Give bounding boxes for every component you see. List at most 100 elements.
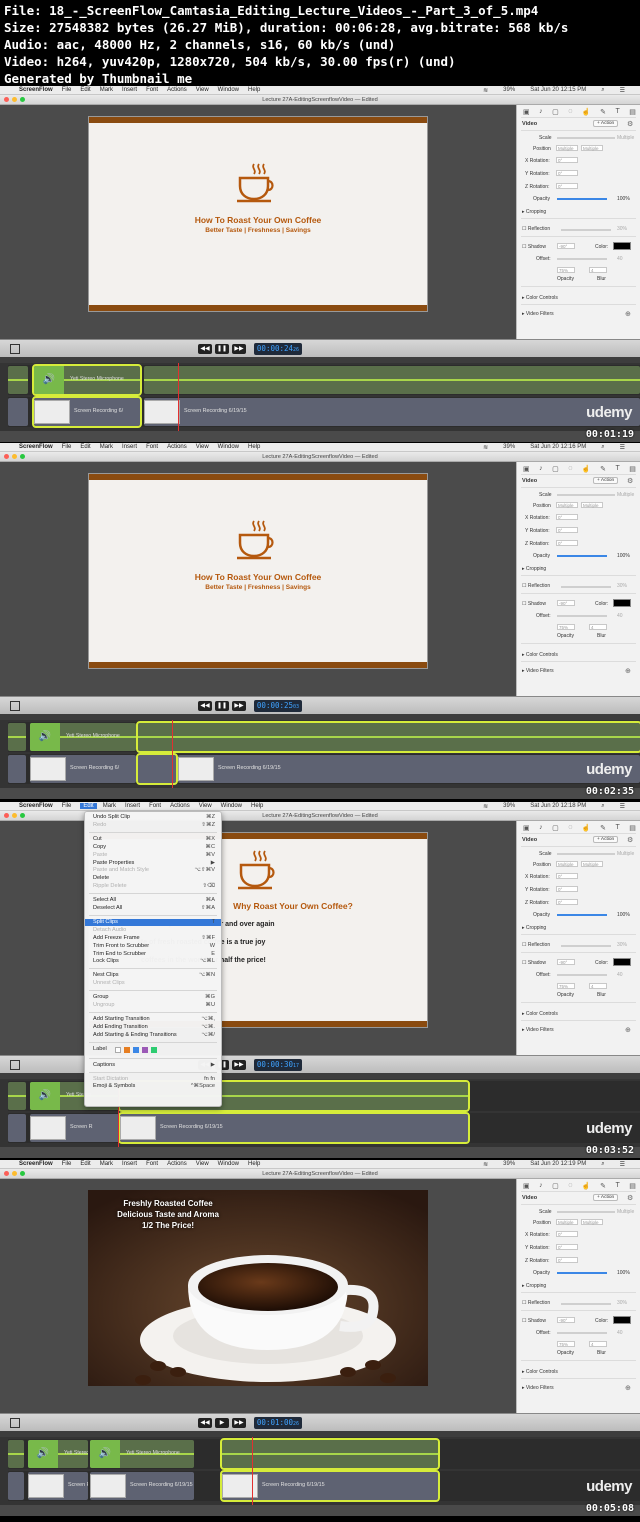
position-y-field[interactable]: Multiple: [581, 145, 603, 151]
audio-clip[interactable]: 🔊 Yeti Stereo Microphone: [30, 723, 136, 751]
screen-props-icon[interactable]: ▢: [552, 465, 559, 473]
coffee-photo[interactable]: Freshly Roasted Coffee Delicious Taste a…: [88, 1190, 428, 1386]
screen-props-icon[interactable]: ▢: [552, 1182, 559, 1190]
y-rotation-field[interactable]: 0°: [556, 886, 578, 892]
audio-clip[interactable]: 🔊 Yeti Stereo Microphone: [90, 1440, 194, 1468]
close-icon[interactable]: [4, 813, 9, 818]
gear-icon[interactable]: ⚙: [627, 1194, 633, 1202]
y-rotation-field[interactable]: 0°: [556, 170, 578, 176]
zoom-icon[interactable]: [20, 813, 25, 818]
opacity-slider[interactable]: [557, 198, 607, 200]
menu-item-deselect-all[interactable]: Deselect All ⇧⌘A: [85, 905, 221, 912]
add-action-button[interactable]: + Action: [593, 120, 619, 127]
minimize-icon[interactable]: [12, 97, 17, 102]
shadow-opacity-field[interactable]: 75%: [557, 267, 575, 273]
menu-insert[interactable]: Insert: [122, 87, 137, 93]
audio-clip[interactable]: 🔊 Yeti Stereo: [28, 1440, 88, 1468]
video-clip[interactable]: Screen Recording 6/19/15: [220, 1470, 440, 1502]
minimize-icon[interactable]: [12, 813, 17, 818]
menu-actions[interactable]: Actions: [167, 87, 187, 93]
touch-props-icon[interactable]: ☝: [582, 465, 591, 473]
menu-item-detach-audio[interactable]: Detach Audio: [85, 927, 221, 934]
menu-help[interactable]: Help: [248, 1161, 260, 1167]
opacity-slider[interactable]: [557, 1272, 607, 1274]
x-rotation-field[interactable]: 0°: [556, 514, 578, 520]
fast-forward-button[interactable]: ▶▶: [232, 701, 246, 711]
menu-font[interactable]: Font: [146, 444, 158, 450]
menu-app[interactable]: ScreenFlow: [19, 87, 53, 93]
shadow-opacity-field[interactable]: 75%: [557, 624, 575, 630]
touch-props-icon[interactable]: ☝: [582, 108, 591, 116]
fast-forward-button[interactable]: ▶▶: [232, 1060, 246, 1070]
y-rotation-field[interactable]: 0°: [556, 1244, 578, 1250]
zoom-icon[interactable]: [20, 97, 25, 102]
list-icon[interactable]: ☰: [620, 1161, 625, 1168]
menu-item-cut[interactable]: Cut ⌘X: [85, 836, 221, 843]
video-clip[interactable]: [136, 753, 178, 785]
add-action-button[interactable]: + Action: [593, 836, 619, 843]
label-green-swatch[interactable]: [151, 1046, 157, 1053]
media-library-icon[interactable]: ▤: [629, 824, 636, 832]
fast-forward-button[interactable]: ▶▶: [232, 344, 246, 354]
shadow-color-well[interactable]: [613, 599, 631, 607]
z-rotation-field[interactable]: 0°: [556, 1257, 578, 1263]
video-filters-disclosure[interactable]: ▸ Video Filters: [522, 311, 554, 317]
reflection-checkbox[interactable]: ☐ Reflection: [522, 226, 550, 232]
menu-item-ripple-delete[interactable]: Ripple Delete ⇧⌫: [85, 883, 221, 890]
audio-clip[interactable]: [144, 366, 640, 394]
audio-clip[interactable]: 🔊 Yeti Stereo Microphone: [32, 364, 142, 396]
edit-menu-dropdown[interactable]: Undo Split Clip ⌘Z Redo ⇧⌘Z Cut ⌘X Copy ⌘C Paste…: [84, 811, 222, 1107]
menu-help[interactable]: Help: [248, 87, 260, 93]
timeline[interactable]: 🔊 Yeti Stereo Microphone Screen Recording…: [0, 363, 640, 431]
offset-slider[interactable]: [557, 615, 607, 617]
search-icon[interactable]: ⌕: [601, 444, 604, 451]
timeline[interactable]: 🔊 Yeti Stereo 🔊 Yeti Stereo Microphone Scr…: [0, 1437, 640, 1505]
minimize-icon[interactable]: [12, 454, 17, 459]
menu-actions[interactable]: Actions: [167, 444, 187, 450]
rewind-button[interactable]: ◀◀: [198, 1418, 212, 1428]
rewind-button[interactable]: ◀◀: [198, 701, 212, 711]
scale-slider[interactable]: [557, 494, 615, 496]
battery-level[interactable]: 39%: [503, 87, 515, 94]
menu-item-paste-and-match-style[interactable]: Paste and Match Style ⌥⇧⌘V: [85, 867, 221, 874]
video-track[interactable]: Screen Recording 6/ Screen Recording 6/1…: [8, 753, 640, 785]
menu-actions[interactable]: Actions: [170, 803, 190, 809]
video-track[interactable]: Screen R Screen Recording 6/19/15: [8, 1112, 640, 1144]
reflection-checkbox[interactable]: ☐ Reflection: [522, 583, 550, 589]
cropping-disclosure[interactable]: ▸ Cropping: [522, 925, 546, 931]
color-controls-disclosure[interactable]: ▸ Color Controls: [522, 295, 558, 301]
battery-level[interactable]: 39%: [503, 444, 515, 451]
video-props-icon[interactable]: ▣: [523, 1182, 530, 1190]
shadow-opacity-field[interactable]: 75%: [557, 983, 575, 989]
video-clip[interactable]: Screen Recording 6/: [32, 396, 142, 428]
close-icon[interactable]: [4, 1171, 9, 1176]
position-x-field[interactable]: Multiple: [556, 861, 578, 867]
menu-mark[interactable]: Mark: [100, 1161, 113, 1167]
video-filters-disclosure[interactable]: ▸ Video Filters: [522, 1027, 554, 1033]
text-props-icon[interactable]: T: [616, 824, 620, 832]
audio-props-icon[interactable]: ♪: [539, 465, 543, 473]
menu-item-label[interactable]: Label: [85, 1046, 221, 1055]
text-props-icon[interactable]: T: [616, 465, 620, 473]
text-props-icon[interactable]: T: [616, 1182, 620, 1190]
audio-clip[interactable]: [136, 721, 640, 753]
callout-props-icon[interactable]: ◌: [568, 1182, 572, 1190]
opacity-slider[interactable]: [557, 914, 607, 916]
annotation-props-icon[interactable]: ✎: [600, 465, 606, 473]
position-x-field[interactable]: Multiple: [556, 145, 578, 151]
shadow-angle-field[interactable]: -90°: [557, 1317, 575, 1323]
video-props-icon[interactable]: ▣: [523, 824, 530, 832]
menu-item-redo[interactable]: Redo ⇧⌘Z: [85, 822, 221, 829]
reflection-slider[interactable]: [561, 1303, 611, 1305]
add-action-button[interactable]: + Action: [593, 477, 619, 484]
zoom-icon[interactable]: [20, 454, 25, 459]
cropping-disclosure[interactable]: ▸ Cropping: [522, 1283, 546, 1289]
add-filter-icon[interactable]: ⊕: [625, 1384, 631, 1392]
play-pause-button[interactable]: ▶: [215, 1418, 229, 1428]
menu-help[interactable]: Help: [248, 444, 260, 450]
x-rotation-field[interactable]: 0°: [556, 1231, 578, 1237]
shadow-checkbox[interactable]: ☐ Shadow: [522, 960, 546, 966]
menu-item-captions[interactable]: Captions ▶: [85, 1062, 221, 1069]
clock[interactable]: Sat Jun 20 12:15 PM: [530, 87, 586, 94]
callout-props-icon[interactable]: ◌: [568, 824, 572, 832]
